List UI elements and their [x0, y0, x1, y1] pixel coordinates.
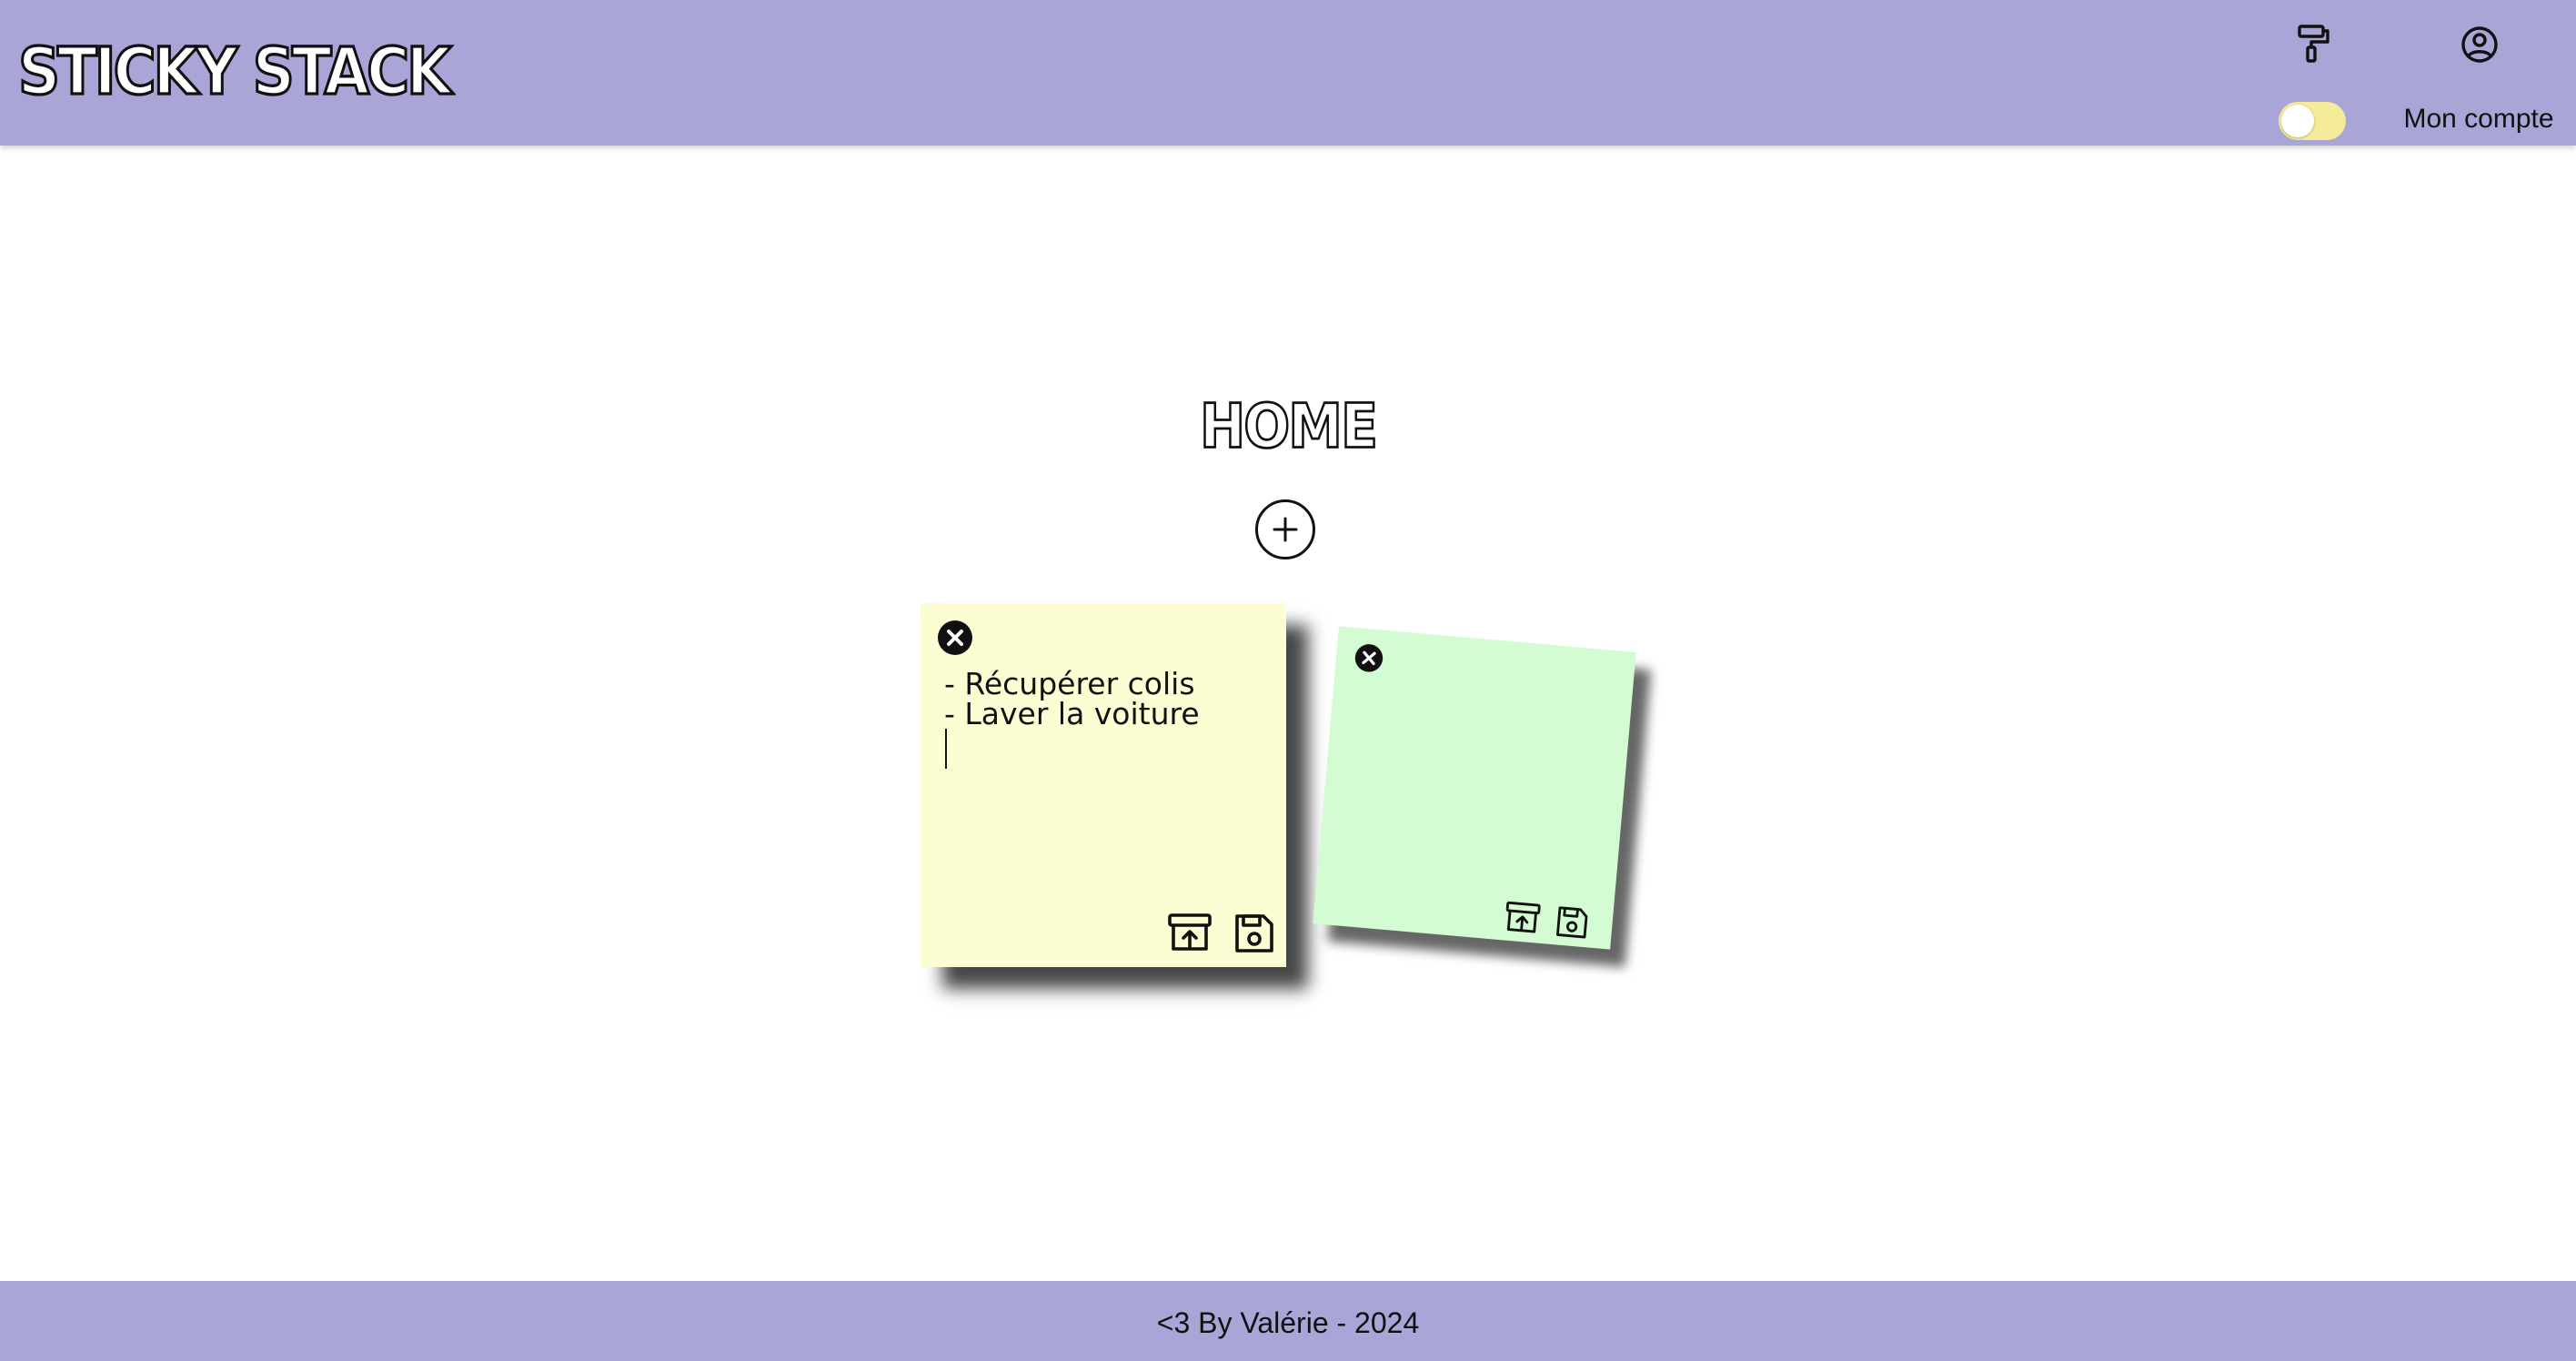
note-text-area[interactable] — [1357, 693, 1675, 721]
sticky-note[interactable]: - Récupérer colis - Laver la voiture — [921, 603, 1286, 967]
text-caret — [945, 729, 947, 769]
close-circle-icon[interactable] — [1353, 642, 1385, 674]
floppy-disk-icon[interactable] — [1555, 904, 1590, 940]
page-title: HOME — [1199, 390, 1379, 464]
note-text-area[interactable]: - Récupérer colis - Laver la voiture — [944, 669, 1263, 729]
plus-icon — [1273, 517, 1298, 542]
sticky-note[interactable] — [1313, 626, 1636, 950]
account-label: Mon compte — [2403, 104, 2554, 134]
app-logo[interactable]: STICKY STACK — [17, 33, 454, 111]
theme-toggle[interactable] — [2279, 102, 2346, 140]
add-note-button[interactable] — [1255, 499, 1315, 560]
close-circle-icon[interactable] — [937, 620, 973, 656]
archive-upload-icon[interactable] — [1168, 912, 1212, 953]
paint-brush-icon[interactable] — [2295, 24, 2331, 64]
archive-upload-icon[interactable] — [1504, 901, 1541, 935]
footer-credit: <3 By Valérie - 2024 — [1156, 1306, 1420, 1339]
header: STICKY STACK Mon compte — [0, 0, 2576, 146]
user-circle-icon — [2461, 26, 2498, 63]
floppy-disk-icon[interactable] — [1233, 912, 1275, 954]
account-button[interactable]: Mon compte — [2392, 24, 2565, 134]
footer: <3 By Valérie - 2024 — [0, 1281, 2576, 1361]
toggle-knob — [2281, 105, 2314, 137]
theme-switcher — [2279, 24, 2347, 140]
